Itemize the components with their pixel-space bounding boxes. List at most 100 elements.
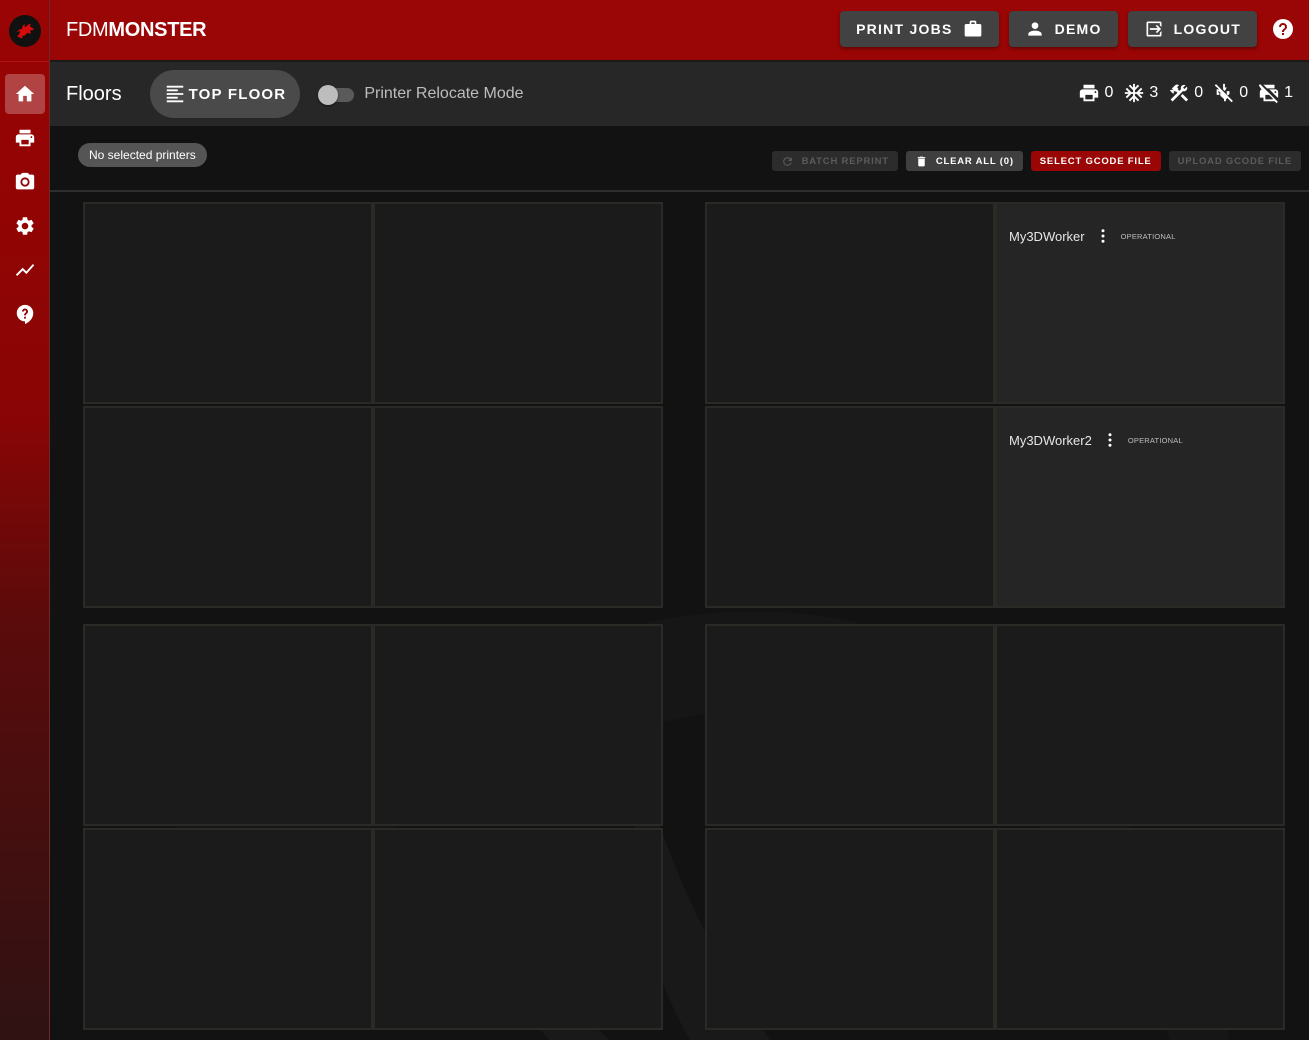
grid-slot[interactable] — [373, 202, 663, 404]
printer-off-icon — [1258, 84, 1279, 104]
selection-actions: BATCH REPRINT CLEAR ALL (0) SELECT GCODE… — [771, 151, 1301, 171]
printer-state-stats: 0 3 0 0 1 — [1078, 82, 1293, 104]
sidebar — [0, 0, 50, 1040]
printer-tile-header: My3DWorker OPERATIONAL — [1009, 226, 1176, 246]
grid-slot[interactable] — [83, 202, 373, 404]
grid-block-bottom-right — [705, 624, 1285, 1030]
user-account-button[interactable]: DEMO — [1008, 11, 1118, 47]
printer-name: My3DWorker — [1009, 228, 1085, 244]
printer-state: OPERATIONAL — [1127, 435, 1183, 445]
grid-slot[interactable] — [83, 624, 373, 826]
stat-maintenance: 0 — [1168, 82, 1203, 104]
brand-title-bold: MONSTER — [108, 18, 207, 41]
brand-title[interactable]: FDMMONSTER — [66, 18, 207, 42]
brand-title-light: FDM — [66, 18, 109, 41]
stat-printing: 0 — [1078, 82, 1113, 104]
printer-grid: My3DWorker OPERATIONAL My3DWorker2 OPERA… — [50, 192, 1309, 1040]
printer-menu-button[interactable] — [1100, 430, 1120, 450]
stat-idle-value: 3 — [1149, 84, 1159, 101]
briefcase-icon — [964, 20, 981, 37]
grid-slot[interactable] — [83, 828, 373, 1030]
sidebar-nav — [0, 74, 49, 334]
grid-block-bottom-left — [83, 624, 663, 1030]
sidebar-item-statistics[interactable] — [5, 250, 45, 290]
account-icon — [1027, 22, 1042, 36]
logout-button[interactable]: LOGOUT — [1127, 11, 1257, 47]
grid-slot[interactable] — [705, 406, 995, 608]
app-root: FDMMONSTER PRINT JOBS DEMO LOGOUT Floors — [0, 0, 1309, 1040]
sidebar-item-home[interactable] — [4, 74, 45, 114]
stat-maintenance-value: 0 — [1194, 84, 1204, 101]
grid-slot[interactable] — [705, 828, 995, 1030]
selection-bar: No selected printers BATCH REPRINT CLEAR… — [50, 126, 1309, 192]
batch-reprint-button[interactable]: BATCH REPRINT — [771, 151, 898, 171]
stat-disabled-value: 1 — [1284, 84, 1293, 101]
printer-menu-button[interactable] — [1093, 226, 1113, 246]
printer-icon — [1080, 84, 1099, 102]
stat-idle: 3 — [1123, 82, 1158, 104]
grid-slot[interactable] — [995, 828, 1285, 1030]
grid-slot[interactable] — [705, 202, 995, 404]
stat-disabled: 1 — [1258, 82, 1293, 104]
dots-vertical-icon — [1101, 229, 1105, 243]
sidebar-item-cameras[interactable] — [5, 162, 45, 202]
help-icon — [16, 304, 33, 325]
trash-icon — [917, 156, 926, 166]
chart-line-icon — [15, 264, 34, 276]
grid-block-top-right: My3DWorker OPERATIONAL My3DWorker2 OPERA… — [705, 202, 1285, 608]
print-jobs-label: PRINT JOBS — [856, 21, 953, 37]
help-circle-icon — [1273, 19, 1293, 39]
logo-container — [0, 0, 49, 62]
printer-tile[interactable]: My3DWorker OPERATIONAL — [995, 202, 1285, 404]
grid-slot[interactable] — [373, 406, 663, 608]
home-icon — [15, 85, 34, 102]
grid-block-top-left — [83, 202, 663, 608]
print-jobs-button[interactable]: PRINT JOBS — [840, 11, 999, 47]
batch-reprint-label: BATCH REPRINT — [801, 155, 889, 167]
app-bar-actions: PRINT JOBS DEMO LOGOUT — [840, 11, 1295, 47]
help-button[interactable] — [1271, 17, 1295, 41]
dragon-logo-icon[interactable] — [8, 14, 41, 47]
gear-icon — [15, 217, 34, 235]
grid-slot[interactable] — [83, 406, 373, 608]
printer-name: My3DWorker2 — [1009, 432, 1092, 448]
dots-vertical-icon — [1108, 433, 1112, 447]
printer-state: OPERATIONAL — [1120, 231, 1176, 241]
text-align-left-icon — [166, 85, 183, 103]
printer-tile[interactable]: My3DWorker2 OPERATIONAL — [995, 406, 1285, 608]
upload-gcode-file-label: UPLOAD GCODE FILE — [1177, 155, 1292, 167]
printer-icon — [15, 129, 34, 147]
snowflake-icon — [1125, 83, 1144, 103]
clear-all-label: CLEAR ALL (0) — [935, 155, 1014, 167]
stat-disconnected: 0 — [1213, 82, 1248, 104]
relocate-mode-label: Printer Relocate Mode — [364, 85, 524, 102]
tools-icon — [1170, 84, 1189, 102]
grid-slot[interactable] — [373, 828, 663, 1030]
floors-title: Floors — [66, 82, 122, 105]
stat-disconnected-value: 0 — [1239, 84, 1249, 101]
logout-icon — [1146, 21, 1162, 37]
camera-icon — [15, 172, 34, 190]
stat-printing-value: 0 — [1104, 84, 1114, 101]
refresh-icon — [782, 156, 792, 166]
sidebar-item-printers[interactable] — [5, 118, 45, 158]
app-bar: FDMMONSTER PRINT JOBS DEMO LOGOUT — [50, 0, 1309, 60]
grid-slot[interactable] — [705, 624, 995, 826]
select-gcode-file-label: SELECT GCODE FILE — [1039, 155, 1152, 167]
floor-tab-top-floor[interactable]: TOP FLOOR — [149, 70, 301, 118]
grid-slot[interactable] — [995, 624, 1285, 826]
toggle-thumb — [318, 85, 339, 105]
relocate-mode-toggle[interactable] — [318, 84, 355, 105]
printer-tile-header: My3DWorker2 OPERATIONAL — [1009, 430, 1183, 450]
sidebar-item-help[interactable] — [5, 294, 45, 334]
floor-toolbar: Floors TOP FLOOR Printer Relocate Mode 0… — [50, 60, 1309, 126]
user-account-label: DEMO — [1054, 21, 1102, 37]
grid-slot[interactable] — [373, 624, 663, 826]
floor-tab-label: TOP FLOOR — [188, 85, 287, 103]
disconnected-icon — [1214, 83, 1234, 103]
clear-all-button[interactable]: CLEAR ALL (0) — [905, 151, 1023, 171]
select-gcode-file-button[interactable]: SELECT GCODE FILE — [1030, 151, 1161, 171]
sidebar-item-settings[interactable] — [5, 206, 45, 246]
upload-gcode-file-button[interactable]: UPLOAD GCODE FILE — [1168, 151, 1301, 171]
selected-printers-chip[interactable]: No selected printers — [78, 143, 207, 167]
